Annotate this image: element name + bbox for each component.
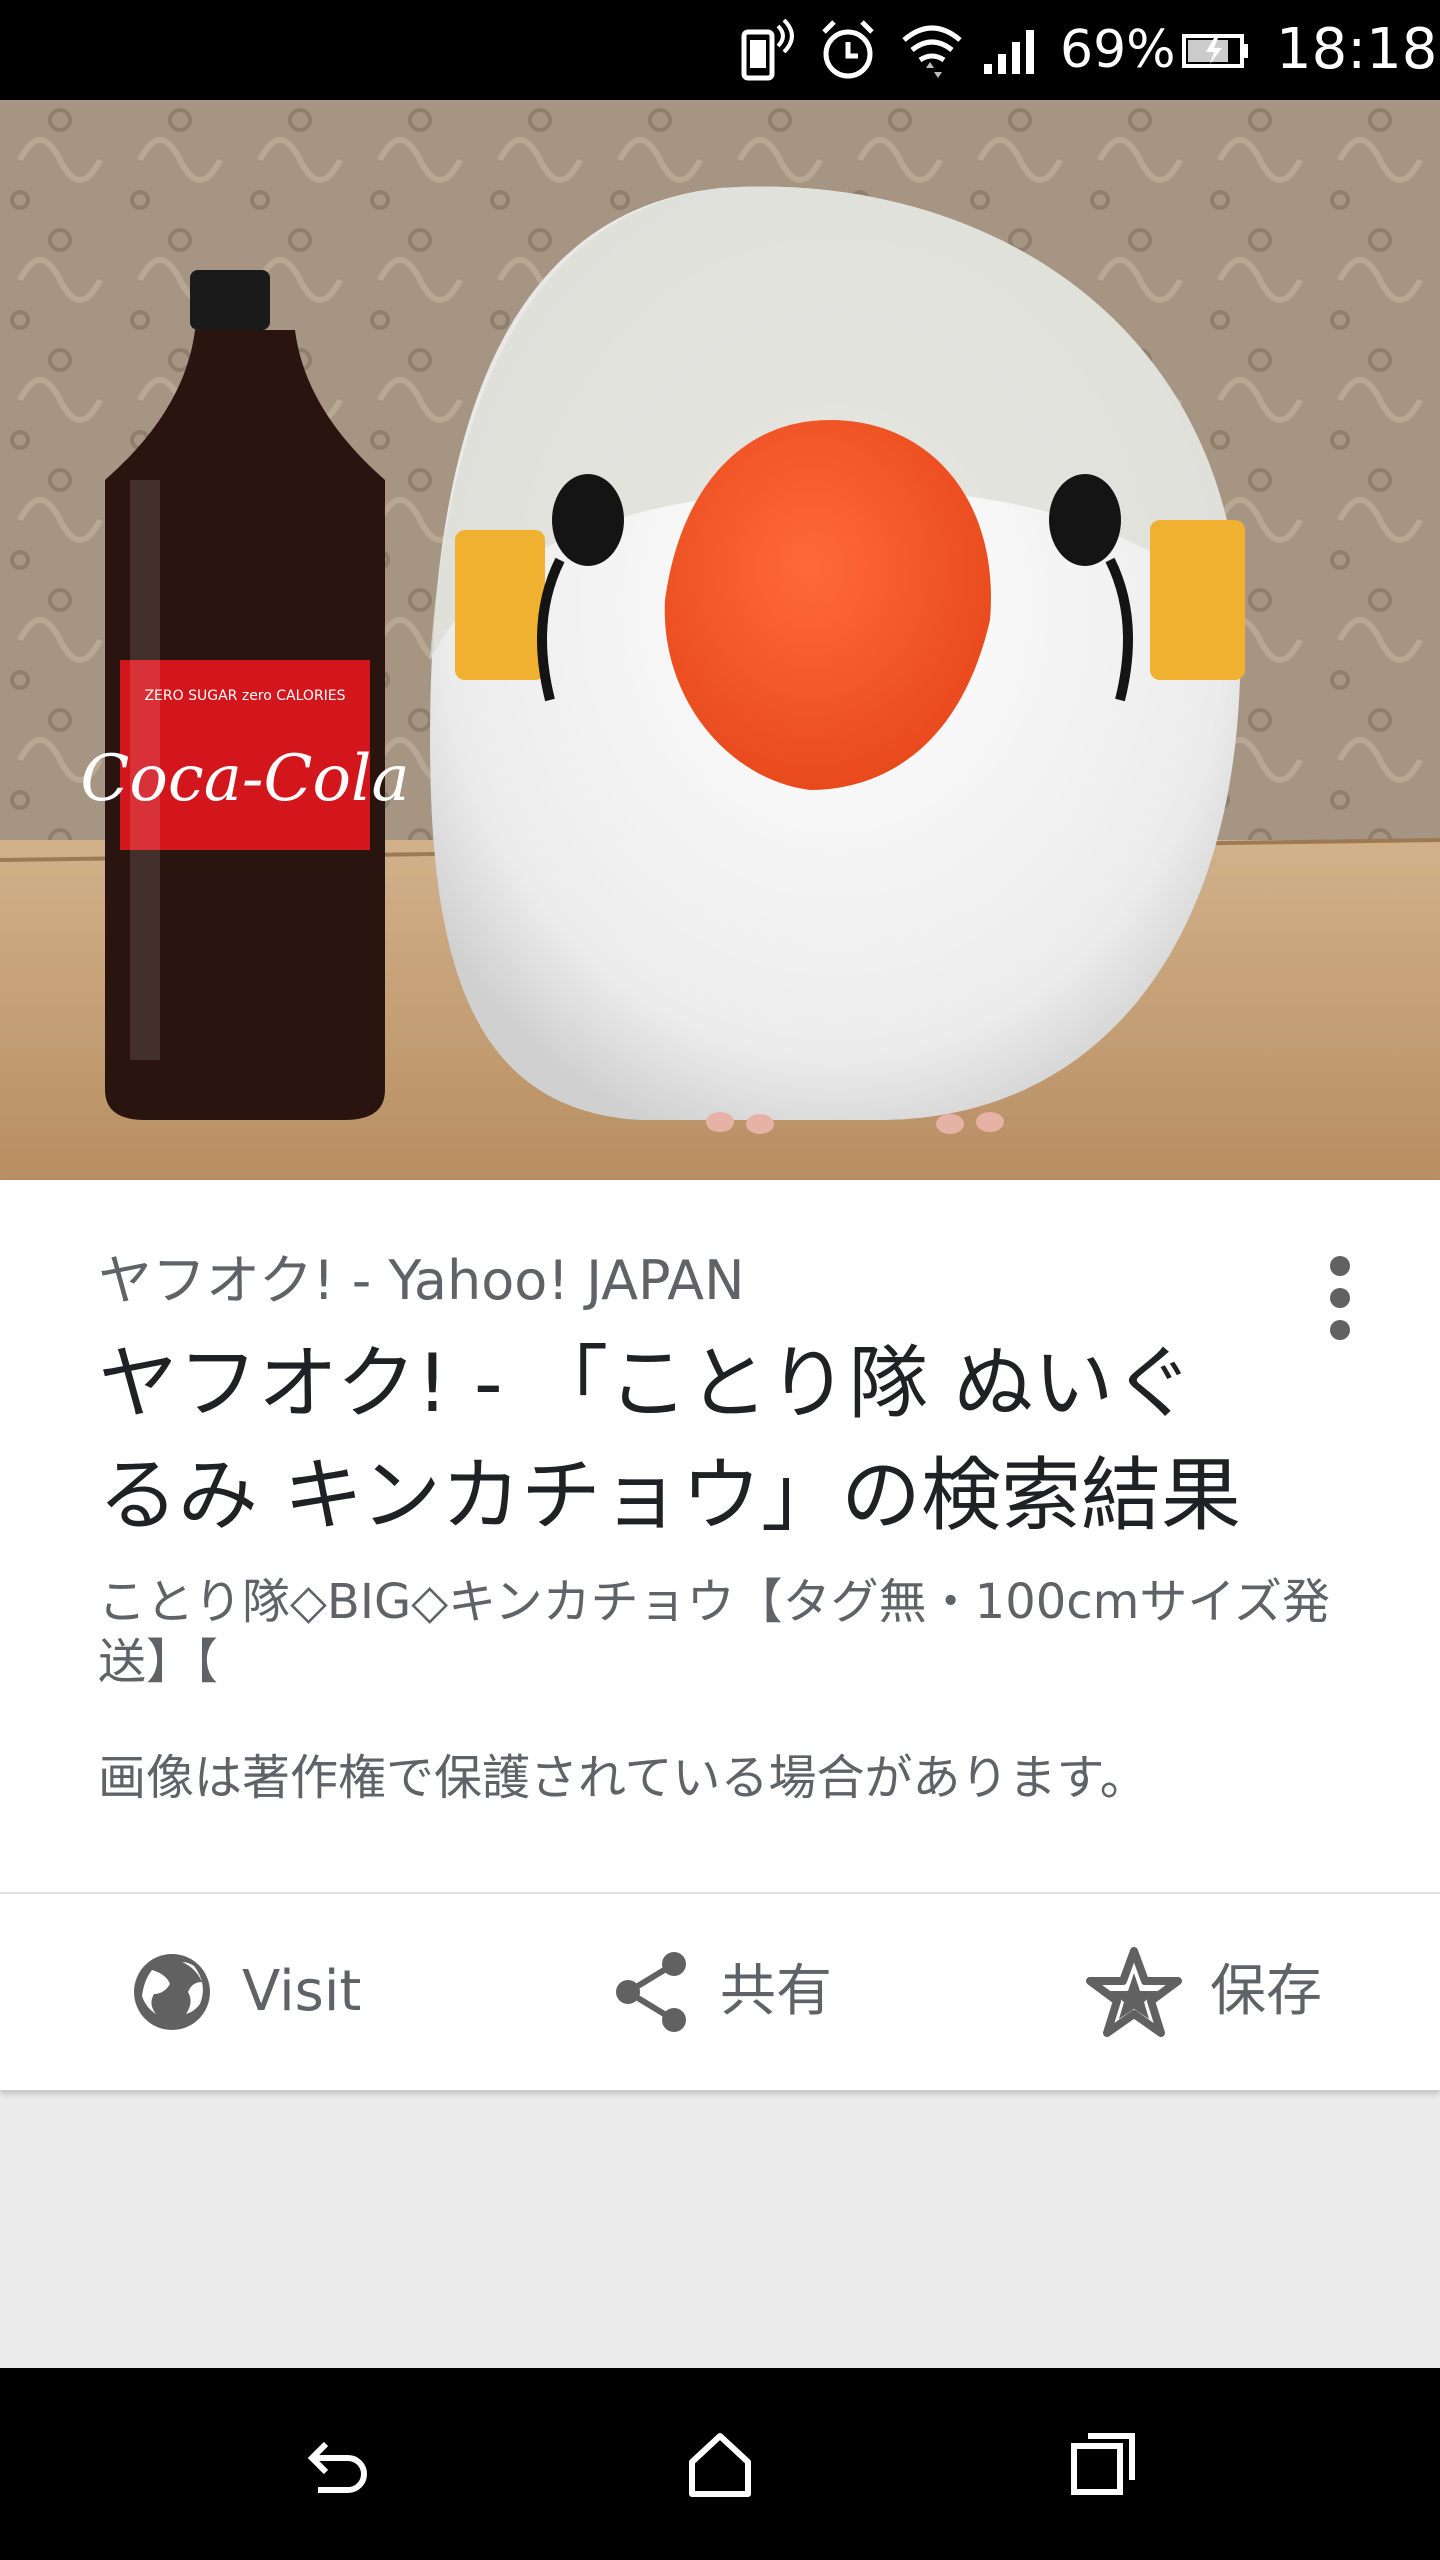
more-dot (1330, 1320, 1350, 1340)
save-label: 保存 (1210, 1959, 1322, 2024)
bottle-small-text: ZERO SUGAR zero CALORIES (144, 688, 345, 704)
plush-bird (430, 186, 1245, 1134)
star-add-icon (1086, 1947, 1182, 2037)
alarm-icon (818, 18, 878, 86)
visit-button[interactable]: Visit (130, 1894, 361, 2090)
recents-icon[interactable] (1068, 2428, 1140, 2504)
wifi-icon (900, 18, 964, 86)
copyright-notice: 画像は著作権で保護されている場合があります。 (98, 1750, 1148, 1806)
more-dot (1330, 1256, 1350, 1276)
hero-image[interactable]: Coca-Cola ZERO SUGAR zero CALORIES (0, 100, 1440, 1180)
home-icon[interactable] (684, 2428, 756, 2504)
result-title[interactable]: ヤフオク! - 「ことり隊 ぬいぐるみ キンカチョウ」の検索結果 (98, 1328, 1248, 1552)
battery-percent: 69% (1060, 20, 1176, 80)
share-label: 共有 (720, 1959, 832, 2024)
share-icon (616, 1952, 686, 2032)
result-card: ヤフオク! - Yahoo! JAPAN ヤフオク! - 「ことり隊 ぬいぐるみ… (0, 1180, 1440, 2090)
globe-icon (134, 1954, 210, 2030)
back-icon[interactable] (300, 2428, 372, 2504)
visit-label: Visit (242, 1959, 362, 2024)
save-button[interactable]: 保存 (1086, 1894, 1322, 2090)
signal-icon (980, 18, 1040, 86)
action-bar: Visit 共有 保存 (0, 1894, 1440, 2090)
bottle-label: Coca-Cola (80, 742, 409, 816)
status-bar: 69% 18:18 (0, 0, 1440, 100)
share-button[interactable]: 共有 (612, 1894, 832, 2090)
navigation-bar (0, 2368, 1440, 2560)
battery-icon (1180, 18, 1252, 86)
result-source[interactable]: ヤフオク! - Yahoo! JAPAN (98, 1250, 745, 1312)
status-time: 18:18 (1276, 17, 1438, 82)
more-dot (1330, 1288, 1350, 1308)
more-options-button[interactable] (1310, 1242, 1370, 1352)
phone-vibrate-icon (740, 18, 796, 86)
result-snippet: ことり隊◇BIG◇キンカチョウ【タグ無・100cmサイズ発送】【 (98, 1574, 1330, 1690)
